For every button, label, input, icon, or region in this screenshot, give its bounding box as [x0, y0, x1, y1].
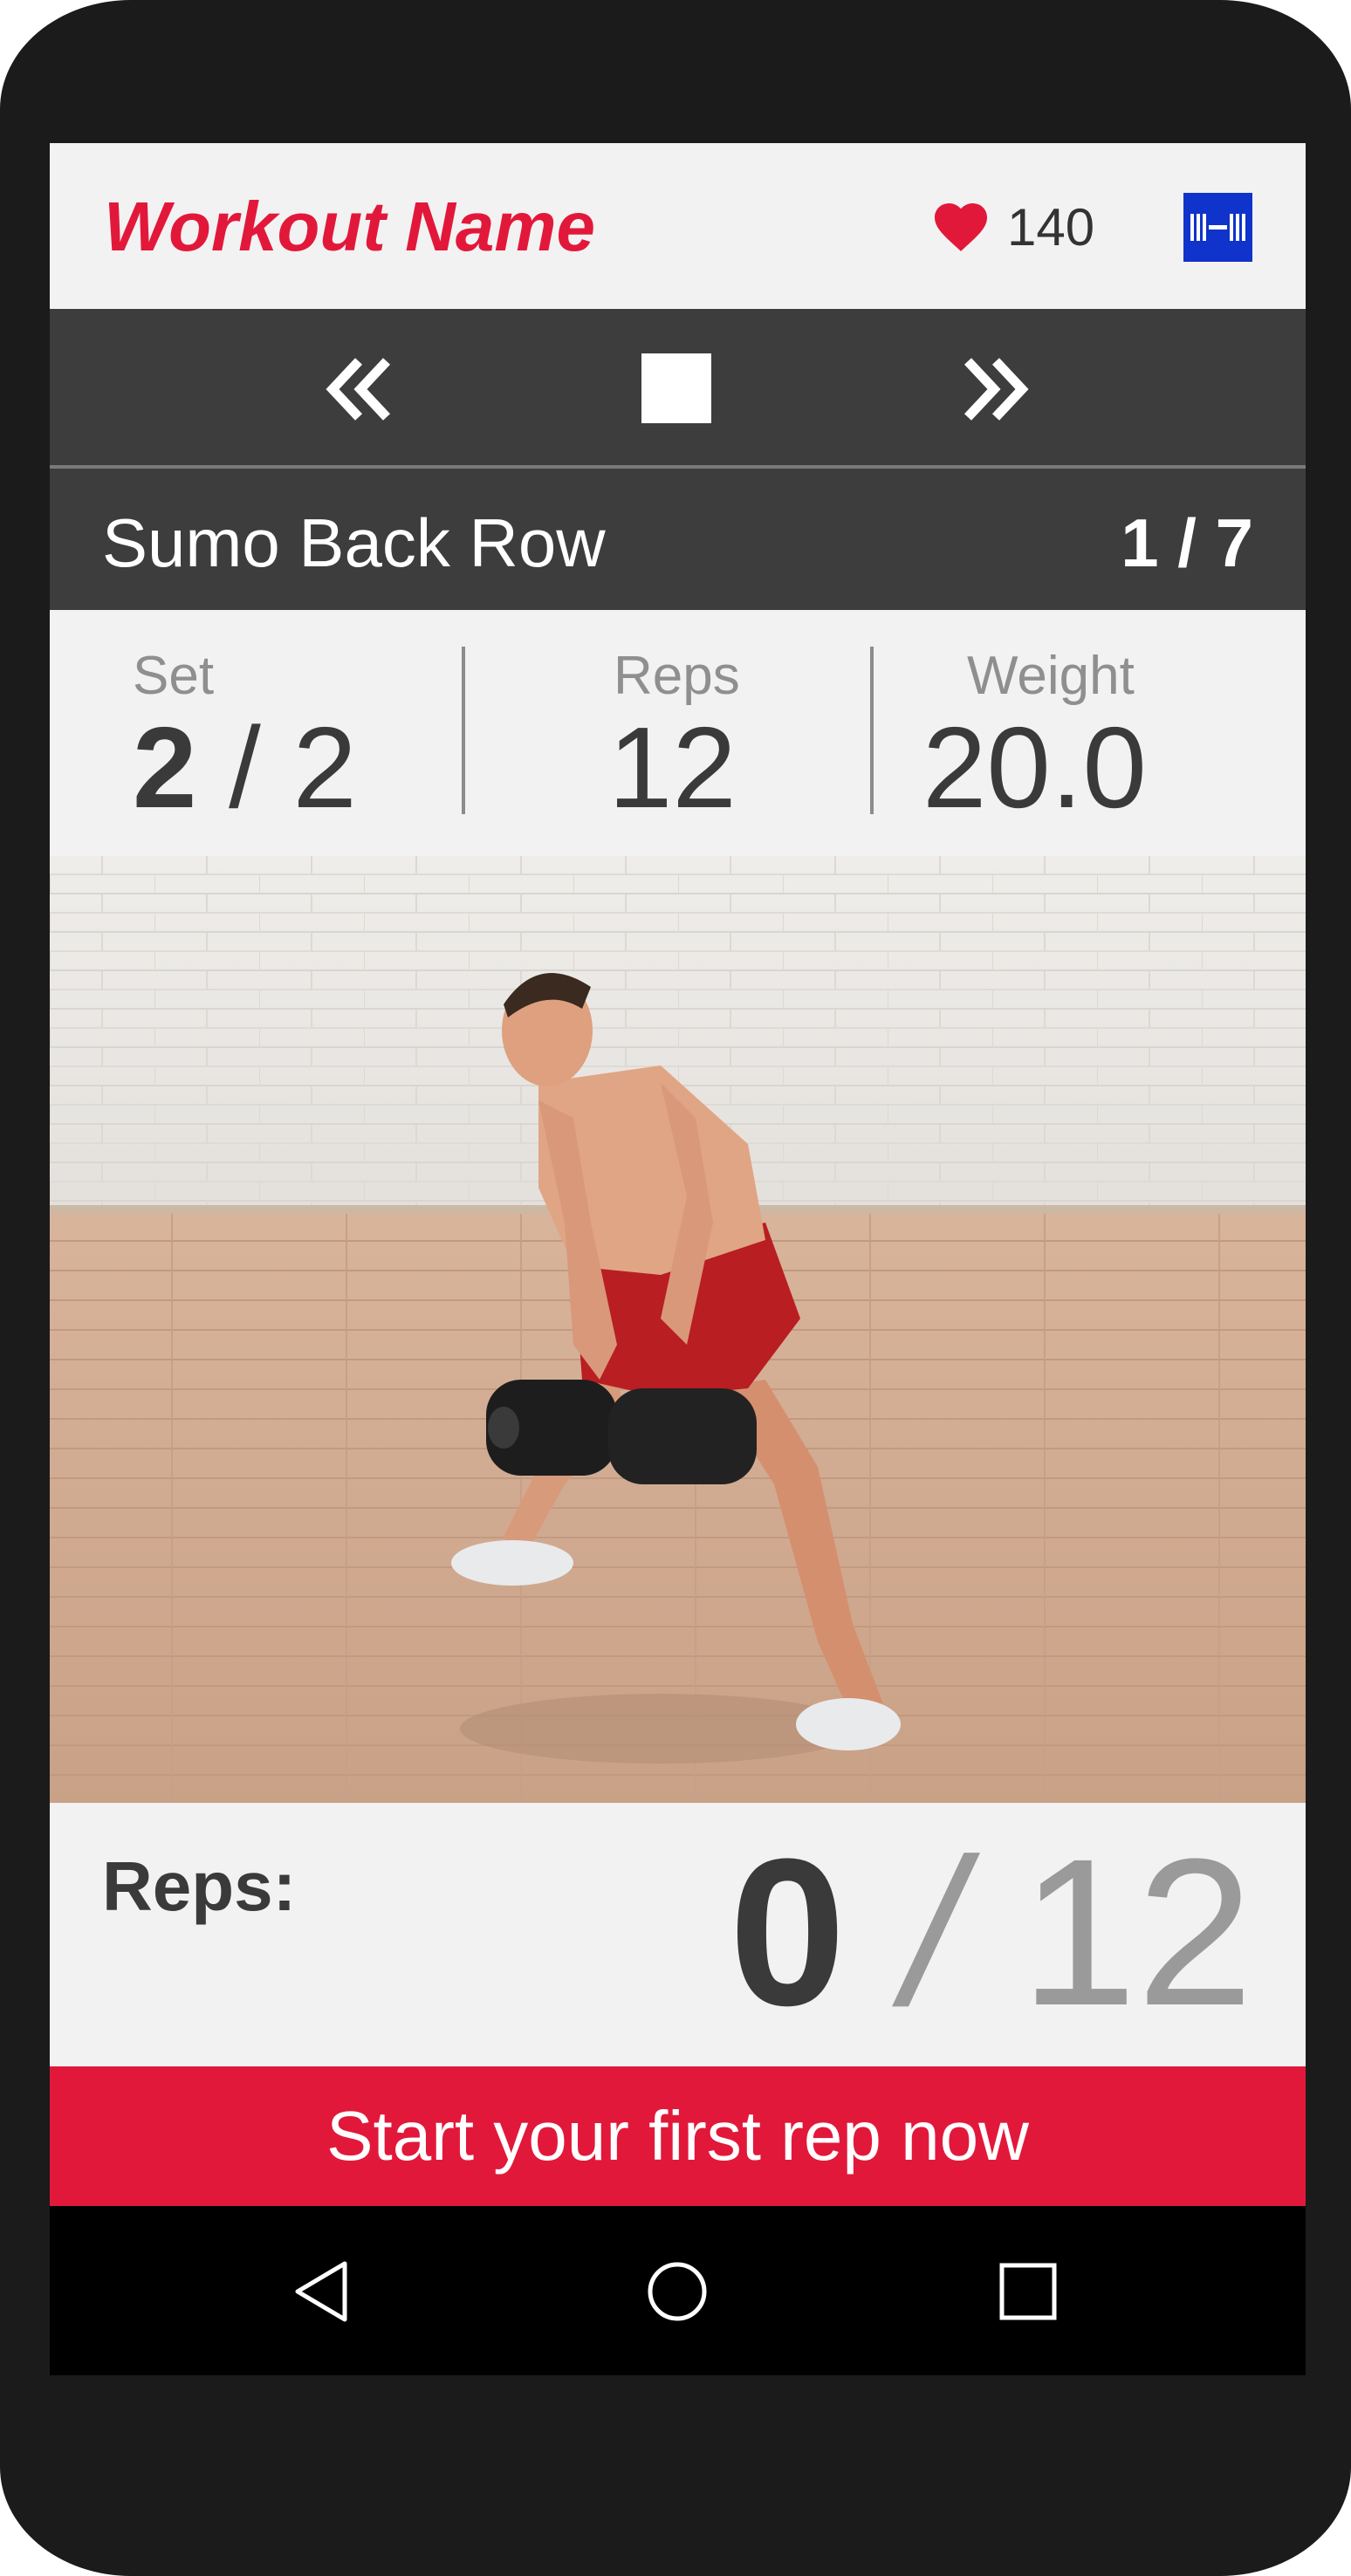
double-chevron-left-icon[interactable] [317, 349, 397, 429]
weight-label: Weight [967, 646, 1135, 706]
home-circle-icon[interactable] [644, 2258, 710, 2325]
recents-square-icon[interactable] [995, 2258, 1061, 2325]
phone-frame: Workout Name 140 Sumo Back Row 1 / 7 Set… [0, 0, 1351, 2576]
app-header: Workout Name 140 [50, 143, 1306, 309]
reps-stat: Reps 12 [465, 610, 873, 856]
heart-icon [935, 203, 987, 251]
reps-counter-value: 0 / 12 [730, 1827, 1253, 2037]
set-total: 2 [292, 703, 357, 832]
workout-title: Workout Name [104, 188, 596, 265]
double-chevron-right-icon[interactable] [957, 349, 1038, 429]
stop-button[interactable] [641, 353, 711, 423]
playback-controls [50, 309, 1306, 469]
exercise-demo-image [50, 856, 1306, 1803]
set-value: 2 / 2 [133, 704, 357, 831]
barbell-device-icon[interactable] [1183, 193, 1252, 262]
stats-row: Set 2 / 2 Reps 12 Weight 20.0 [50, 610, 1306, 856]
reps-label: Reps [614, 646, 740, 706]
reps-value: 12 [608, 703, 737, 832]
barbell-glyph-icon [1190, 214, 1245, 241]
set-stat: Set 2 / 2 [50, 610, 464, 856]
exercise-name: Sumo Back Row [102, 504, 606, 581]
reps-total: 12 [1020, 1815, 1253, 2049]
set-current: 2 [133, 703, 197, 832]
reps-current: 0 [729, 1815, 846, 2049]
back-triangle-icon[interactable] [291, 2258, 357, 2325]
heart-rate-value: 140 [1007, 198, 1095, 257]
start-rep-button[interactable]: Start your first rep now [50, 2066, 1306, 2206]
weight-value: 20.0 [922, 703, 1147, 832]
exercise-bar: Sumo Back Row 1 / 7 [50, 469, 1306, 610]
set-separator: / [196, 703, 293, 832]
app-screen: Workout Name 140 Sumo Back Row 1 / 7 Set… [50, 143, 1306, 2375]
exercise-progress: 1 / 7 [1121, 504, 1253, 581]
reps-counter-panel: Reps: 0 / 12 [50, 1803, 1306, 2066]
weight-stat: Weight 20.0 [874, 610, 1306, 856]
reps-counter-label: Reps: [102, 1847, 297, 1925]
reps-separator: / [846, 1815, 1021, 2049]
set-label: Set [133, 646, 215, 706]
android-nav-bar [50, 2206, 1306, 2375]
athlete-illustration [50, 856, 1306, 1803]
